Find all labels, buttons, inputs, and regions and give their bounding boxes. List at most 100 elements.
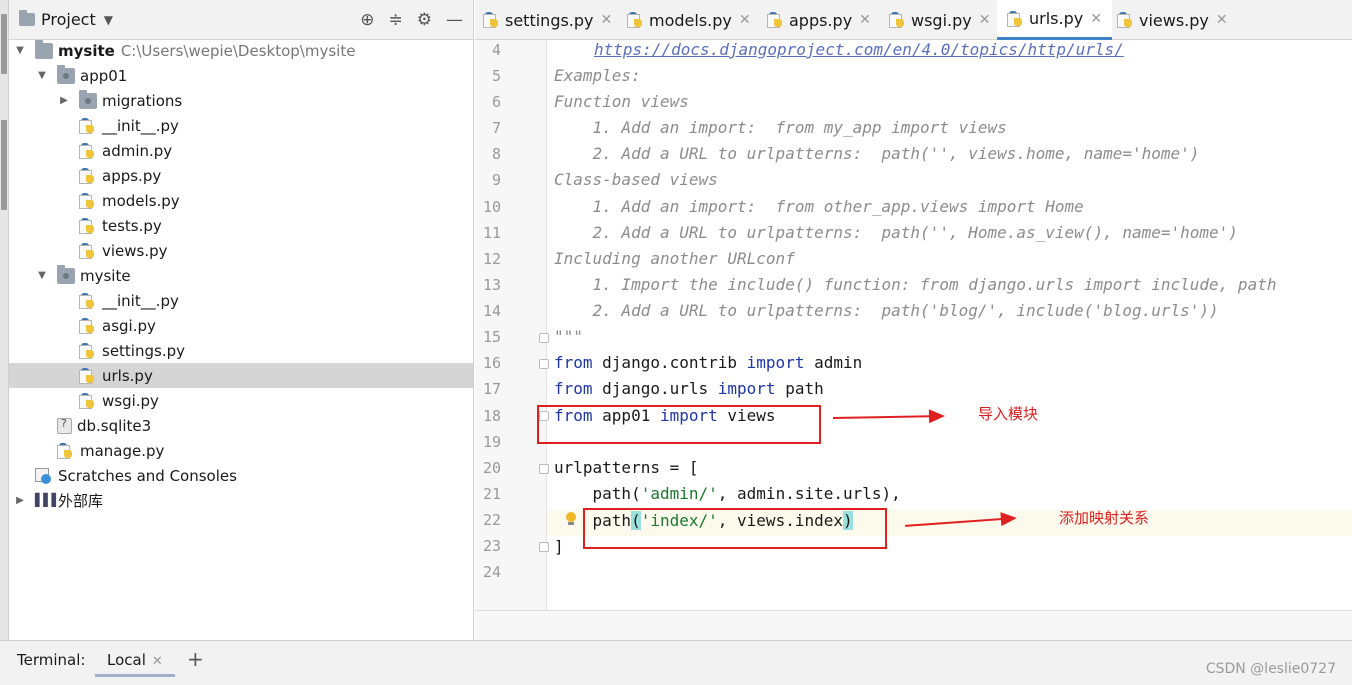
chevron-down-icon[interactable]: ▼ — [104, 13, 113, 27]
tab-models-py[interactable]: models.py ✕ — [627, 0, 751, 40]
line-number: 11 — [482, 224, 501, 242]
annotation-mapping-note: 添加映射关系 — [1059, 509, 1150, 527]
structure-tool-button[interactable] — [1, 120, 7, 210]
tree-item-file[interactable]: views.py — [9, 238, 473, 263]
code-line-12: Including another URLconf — [554, 249, 795, 268]
line-number: 8 — [491, 145, 501, 163]
close-icon[interactable]: ✕ — [1090, 11, 1102, 27]
project-tool-button[interactable] — [1, 14, 7, 74]
tree-item-label: db.sqlite3 — [77, 416, 152, 435]
collapse-all-icon[interactable]: ≑ — [389, 10, 403, 30]
chevron-right-icon[interactable]: ▶ — [57, 95, 71, 106]
editor-bottom-bar — [475, 610, 1352, 640]
tree-item-file[interactable]: manage.py — [9, 438, 473, 463]
terminal-tab-local[interactable]: Local ✕ — [95, 645, 175, 677]
tree-item-mysite-package[interactable]: ▼ mysite — [9, 263, 473, 288]
close-icon[interactable]: ✕ — [739, 12, 751, 28]
python-file-icon — [79, 192, 97, 209]
tree-item-mysite-root[interactable]: ▼ mysite C:\Users\wepie\Desktop\mysite — [9, 38, 473, 63]
tree-item-file[interactable]: tests.py — [9, 213, 473, 238]
tool-window-strip[interactable] — [0, 0, 9, 640]
doc-url[interactable]: https://docs.djangoproject.com/en/4.0/to… — [594, 40, 1124, 59]
line-number: 16 — [482, 354, 501, 372]
tree-item-app01[interactable]: ▼ app01 — [9, 63, 473, 88]
line-number: 9 — [491, 171, 501, 189]
close-icon[interactable]: ✕ — [979, 12, 991, 28]
chevron-down-icon[interactable]: ▼ — [35, 270, 49, 281]
package-icon — [79, 89, 97, 109]
chevron-down-icon[interactable]: ▼ — [35, 70, 49, 81]
locate-icon[interactable]: ⊕ — [360, 10, 374, 30]
line-number: 15 — [482, 328, 501, 346]
module-name: django.urls — [592, 379, 718, 398]
tree-item-file-selected[interactable]: urls.py — [9, 363, 473, 388]
python-file-icon — [79, 142, 97, 159]
code-editor: settings.py ✕ models.py ✕ apps.py ✕ wsgi… — [475, 0, 1352, 640]
code-line-13: 1. Import the include() function: from d… — [554, 275, 1277, 294]
tab-label: urls.py — [1029, 9, 1084, 28]
import-name: admin — [804, 353, 863, 372]
tree-item-label: models.py — [102, 191, 180, 210]
project-panel-title[interactable]: Project — [41, 10, 96, 29]
line-number: 22 — [482, 511, 501, 529]
line-number: 20 — [482, 459, 501, 477]
annotation-box-import — [537, 405, 821, 444]
tree-item-file[interactable]: models.py — [9, 188, 473, 213]
keyword: import — [746, 353, 805, 372]
tab-apps-py[interactable]: apps.py ✕ — [767, 0, 871, 40]
tab-settings-py[interactable]: settings.py ✕ — [483, 0, 612, 40]
close-icon[interactable]: ✕ — [152, 654, 163, 669]
line-number: 6 — [491, 93, 501, 111]
python-file-icon — [627, 12, 643, 28]
code-line-9: Class-based views — [554, 170, 718, 189]
tree-item-file[interactable]: apps.py — [9, 163, 473, 188]
close-icon[interactable]: ✕ — [859, 12, 871, 28]
tree-item-file[interactable]: __init__.py — [9, 113, 473, 138]
project-path: C:\Users\wepie\Desktop\mysite — [120, 41, 356, 60]
chevron-down-icon[interactable]: ▼ — [13, 45, 27, 56]
close-icon[interactable]: ✕ — [1216, 12, 1228, 28]
tree-item-file[interactable]: asgi.py — [9, 313, 473, 338]
gear-icon[interactable]: ⚙ — [417, 10, 432, 30]
tab-wsgi-py[interactable]: wsgi.py ✕ — [889, 0, 990, 40]
tree-item-file[interactable]: db.sqlite3 — [9, 413, 473, 438]
tree-item-scratches[interactable]: Scratches and Consoles — [9, 463, 473, 488]
module-name: django.contrib — [592, 353, 747, 372]
annotation-box-mapping — [583, 508, 887, 549]
editor-tab-bar: settings.py ✕ models.py ✕ apps.py ✕ wsgi… — [475, 0, 1352, 40]
keyword: import — [717, 379, 776, 398]
line-number: 13 — [482, 276, 501, 294]
line-number: 14 — [482, 302, 501, 320]
tree-item-label: Scratches and Consoles — [58, 466, 237, 485]
code-line-10: 1. Add an import: from other_app.views i… — [554, 197, 1084, 216]
hide-icon[interactable]: — — [446, 10, 463, 30]
tree-item-external-libraries[interactable]: ▶ ▌▌▌ 外部库 — [9, 488, 473, 513]
code-line-5: Examples: — [554, 66, 641, 85]
tree-item-label: settings.py — [102, 341, 185, 360]
code-line-8: 2. Add a URL to urlpatterns: path('', vi… — [554, 144, 1200, 163]
tree-item-file[interactable]: admin.py — [9, 138, 473, 163]
line-number-gutter: 4 5 6 7 8 9 10 11 12 13 14 15 16 17 18 1… — [475, 40, 549, 610]
scratches-icon — [35, 467, 53, 484]
tree-item-file[interactable]: wsgi.py — [9, 388, 473, 413]
tree-item-migrations[interactable]: ▶ migrations — [9, 88, 473, 113]
chevron-right-icon[interactable]: ▶ — [13, 495, 27, 506]
line-number: 19 — [482, 433, 501, 451]
tree-item-label: mysite — [58, 41, 115, 60]
library-icon: ▌▌▌ — [35, 492, 61, 507]
add-terminal-button[interactable]: + — [187, 647, 204, 671]
tree-item-label: app01 — [80, 66, 128, 85]
terminal-label: Terminal: — [17, 651, 86, 669]
keyword: from — [554, 353, 593, 372]
keyword: from — [554, 379, 593, 398]
tree-item-file[interactable]: settings.py — [9, 338, 473, 363]
close-icon[interactable]: ✕ — [601, 12, 613, 28]
tab-views-py[interactable]: views.py ✕ — [1117, 0, 1228, 40]
tab-urls-py[interactable]: urls.py ✕ — [997, 0, 1112, 40]
python-file-icon — [1117, 12, 1133, 28]
tree-item-file[interactable]: __init__.py — [9, 288, 473, 313]
tab-label: models.py — [649, 10, 732, 30]
tree-item-label: views.py — [102, 241, 168, 260]
python-file-icon — [79, 117, 97, 134]
code-line-11: 2. Add a URL to urlpatterns: path('', Ho… — [554, 223, 1238, 242]
